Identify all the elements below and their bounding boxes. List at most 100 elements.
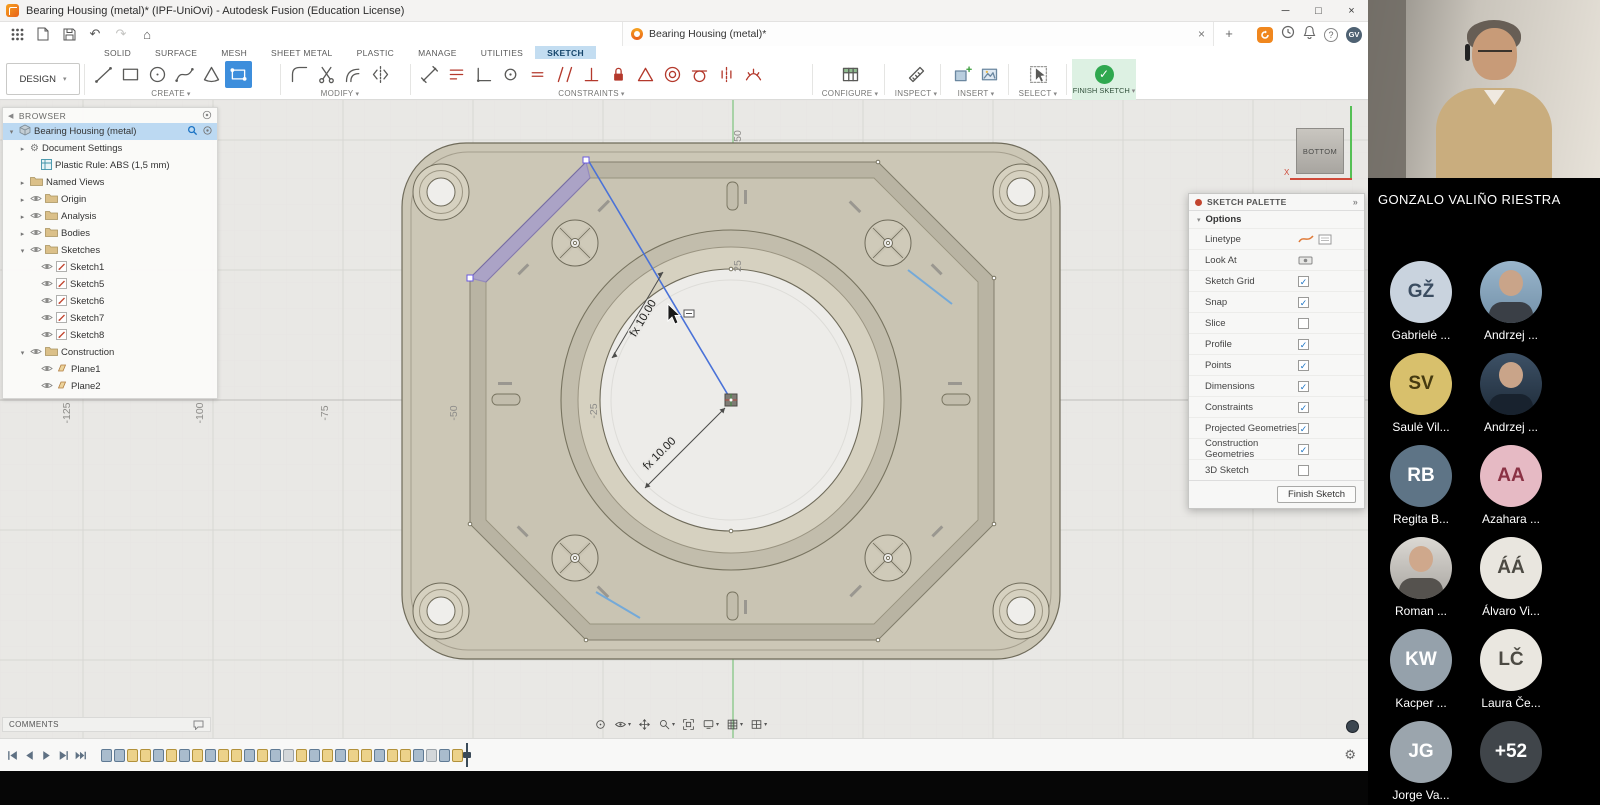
browser-item-analysis[interactable]: ▸Analysis [3,208,217,225]
palette-option-look-at[interactable]: Look At [1189,249,1364,270]
profile-avatar[interactable]: GV [1346,27,1362,43]
browser-item-document-settings[interactable]: ▸⚙Document Settings [3,140,217,157]
timeline-feature-icon[interactable] [179,749,190,762]
tab-surface[interactable]: SURFACE [143,46,209,59]
line-tool-icon[interactable] [90,61,117,88]
expanded-arrow-icon[interactable]: ▾ [18,247,27,255]
sketch-point-handle[interactable] [583,157,589,163]
origin-marker[interactable] [725,394,737,406]
orbit-icon[interactable] [594,718,607,731]
palette-option-sketch-grid[interactable]: Sketch Grid✓ [1189,270,1364,291]
tangent-constraint-icon[interactable] [686,61,713,88]
timeline-feature-icon[interactable] [244,749,255,762]
timeline-sketch-icon[interactable] [192,749,203,762]
collaborator-avatar[interactable] [1346,720,1359,733]
grid-settings-icon[interactable]: ▾ [726,718,743,731]
save-icon[interactable] [56,23,82,45]
timeline-feature-icon[interactable] [439,749,450,762]
browser-item-sketch5[interactable]: Sketch5 [3,276,217,293]
insert-group-label[interactable]: INSERT▾ [958,89,995,98]
measure-icon[interactable] [903,61,930,88]
step-forward-icon[interactable] [57,749,70,762]
timeline-sketch-icon[interactable] [257,749,268,762]
timeline-plane-icon[interactable] [426,749,437,762]
checkbox[interactable]: ✓ [1298,381,1309,392]
timeline-sketch-icon[interactable] [127,749,138,762]
checkbox[interactable]: ✓ [1298,297,1309,308]
tab-manage[interactable]: MANAGE [406,46,469,59]
participant-tile[interactable]: SVSaulė Vil... [1376,353,1466,434]
participant-tile[interactable]: KWKacper ... [1376,629,1466,710]
parallel-constraint-icon[interactable] [551,61,578,88]
browser-item-sketch7[interactable]: Sketch7 [3,310,217,327]
fillet-tool-icon[interactable] [286,61,313,88]
palette-option-snap[interactable]: Snap✓ [1189,291,1364,312]
tab-plastic[interactable]: PLASTIC [345,46,407,59]
browser-item-sketch8[interactable]: Sketch8 [3,327,217,344]
collapsed-arrow-icon[interactable]: ▸ [18,145,27,153]
timeline-sketch-icon[interactable] [361,749,372,762]
undo-icon[interactable]: ↶ [82,23,108,45]
look-at-icon[interactable]: ▾ [614,718,631,731]
browser-item-bearing-housing-metal[interactable]: ▾Bearing Housing (metal) [3,123,217,140]
select-group-label[interactable]: SELECT▾ [1019,89,1058,98]
palette-option-constraints[interactable]: Constraints✓ [1189,396,1364,417]
constraints-group-label[interactable]: CONSTRAINTS▾ [558,89,624,98]
checkbox[interactable]: ✓ [1298,444,1309,455]
display-settings-icon[interactable]: ▾ [702,718,719,731]
checkbox[interactable]: ✓ [1298,360,1309,371]
collapse-panel-icon[interactable]: ◀ [8,112,14,120]
circle-tool-icon[interactable] [144,61,171,88]
timeline-feature-icon[interactable] [309,749,320,762]
expanded-arrow-icon[interactable]: ▾ [7,128,16,136]
home-view-icon[interactable]: ⌂ [134,23,160,45]
inspect-group-label[interactable]: INSPECT▾ [895,89,938,98]
pattern-icon[interactable] [443,61,470,88]
browser-item-named-views[interactable]: ▸Named Views [3,174,217,191]
palette-option-projected-geometries[interactable]: Projected Geometries✓ [1189,417,1364,438]
configure-group-label[interactable]: CONFIGURE▾ [822,89,879,98]
offset-tool-icon[interactable] [340,61,367,88]
timeline-marker[interactable] [466,743,474,767]
configure-table-icon[interactable] [837,61,864,88]
pan-icon[interactable] [638,718,651,731]
participant-tile[interactable]: ÁÁÁlvaro Vi... [1466,537,1556,618]
step-back-icon[interactable] [23,749,36,762]
design-workspace-dropdown[interactable]: DESIGN▾ [6,63,80,95]
mirror-tool-icon[interactable] [367,61,394,88]
palette-option-3d-sketch[interactable]: 3D Sketch [1189,459,1364,480]
project-icon[interactable] [470,61,497,88]
checkbox[interactable] [1298,465,1309,476]
finish-sketch-palette-button[interactable]: Finish Sketch [1277,486,1356,503]
options-section-header[interactable]: ▾ Options [1189,211,1364,228]
browser-item-sketch6[interactable]: Sketch6 [3,293,217,310]
sketch-dimension-icon[interactable] [416,61,443,88]
timeline-feature-icon[interactable] [205,749,216,762]
maximize-button[interactable]: □ [1302,0,1335,21]
skip-to-start-icon[interactable] [6,749,19,762]
browser-header[interactable]: ◀ BROWSER [3,108,217,123]
finish-sketch-button[interactable]: ✓ FINISH SKETCH▾ [1072,59,1136,100]
palette-option-points[interactable]: Points✓ [1189,354,1364,375]
timeline-sketch-icon[interactable] [348,749,359,762]
app-grid-icon[interactable] [4,23,30,45]
insert-icon[interactable] [949,61,976,88]
tab-mesh[interactable]: MESH [209,46,259,59]
browser-item-origin[interactable]: ▸Origin [3,191,217,208]
participant-tile[interactable]: RBRegita B... [1376,445,1466,526]
fit-icon[interactable] [682,718,695,731]
timeline-sketch-icon[interactable] [387,749,398,762]
palette-option-construction-geometries[interactable]: Construction Geometries✓ [1189,438,1364,459]
point-icon[interactable] [497,61,524,88]
browser-item-plane2[interactable]: Plane2 [3,378,217,395]
timeline-sketch-icon[interactable] [140,749,151,762]
browser-item-sketches[interactable]: ▾Sketches [3,242,217,259]
timeline-sketch-icon[interactable] [296,749,307,762]
history-clock-icon[interactable] [1281,25,1295,44]
timeline-sketch-icon[interactable] [166,749,177,762]
timeline-sketch-icon[interactable] [231,749,242,762]
trim-tool-icon[interactable] [313,61,340,88]
close-button[interactable]: × [1335,0,1368,21]
sketch-point-handle[interactable] [467,275,473,281]
modeling-canvas[interactable]: fx 10.00 fx 10.00 -125 -100 -75 [0,100,1368,738]
